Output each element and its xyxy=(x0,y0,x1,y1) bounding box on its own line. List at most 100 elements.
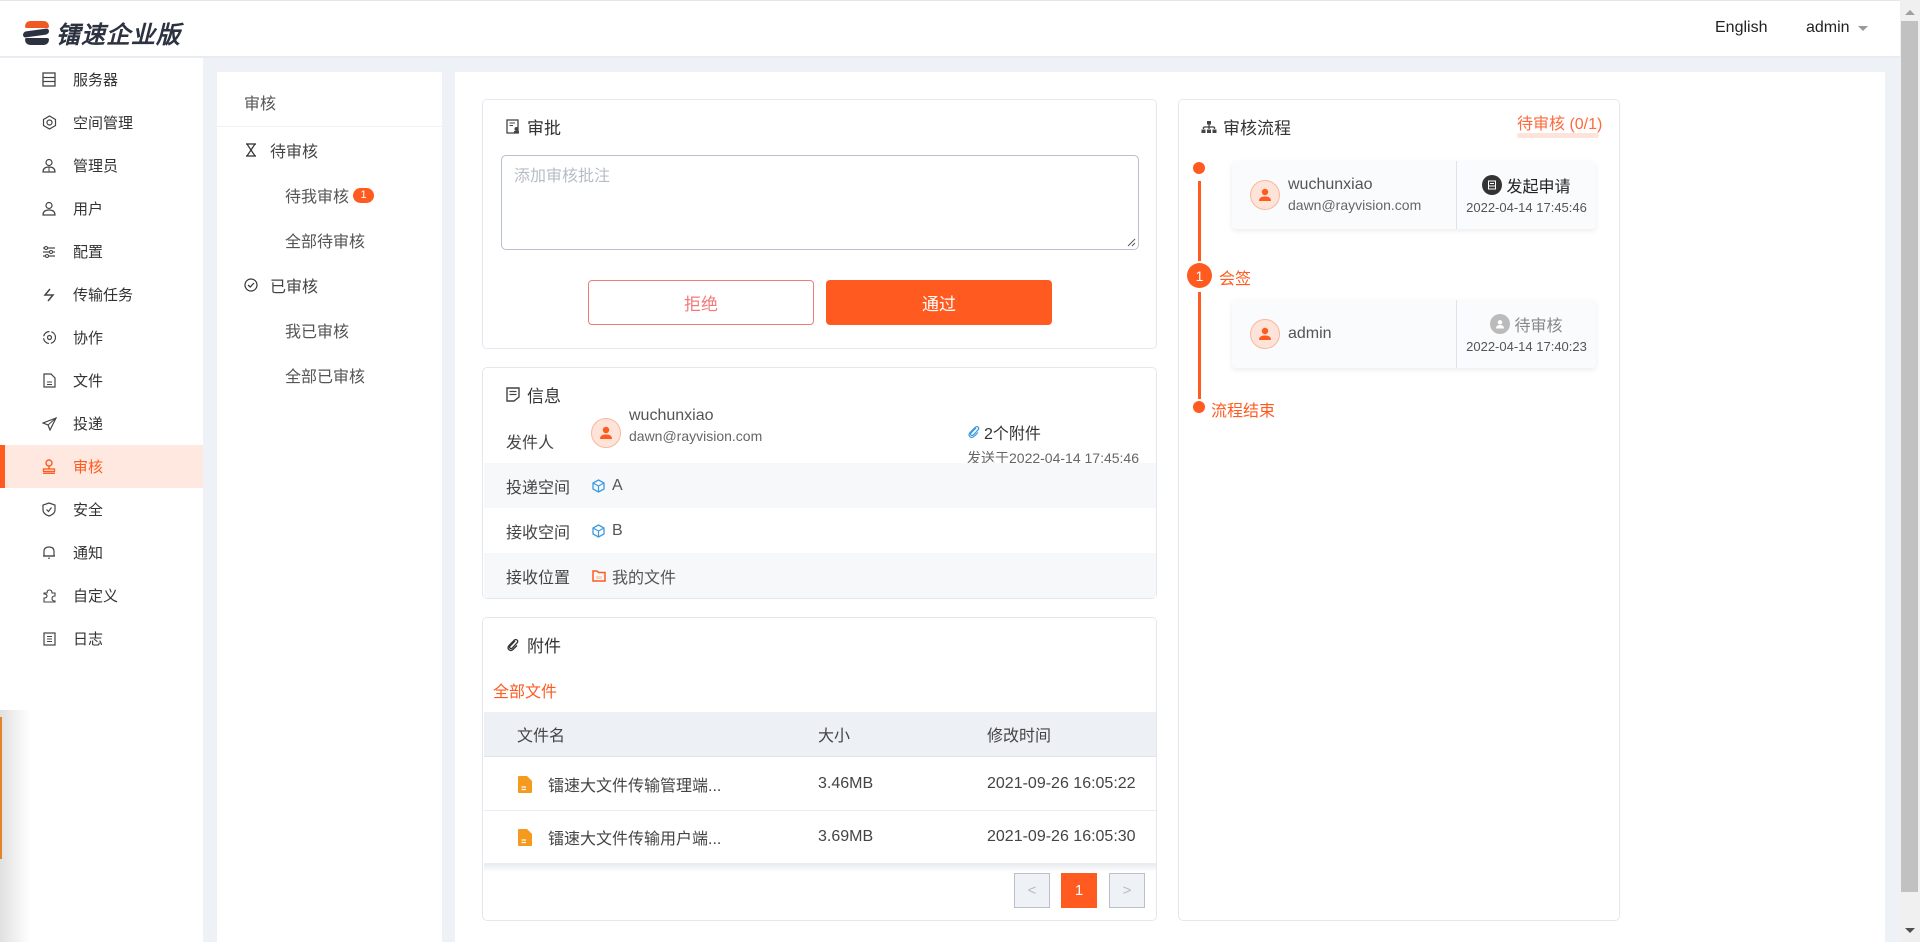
sidebar-item-notify[interactable]: 通知 xyxy=(0,531,203,574)
sidebar-item-server[interactable]: 服务器 xyxy=(0,58,203,101)
user-icon xyxy=(41,201,57,217)
pending-user-icon xyxy=(1490,314,1511,334)
receive-location-value: 我的文件 xyxy=(612,569,677,587)
attachments-card: 附件 全部文件 文件名 大小 修改时间 镭速大文件传输管理端... 3.46MB… xyxy=(482,617,1157,921)
flow-status-tab[interactable]: 待审核 (0/1) xyxy=(1517,110,1602,134)
file-icon xyxy=(41,373,57,389)
sidebar-item-admin[interactable]: 管理员 xyxy=(0,144,203,187)
sidebar-item-user[interactable]: 用户 xyxy=(0,187,203,230)
subnav-group-pending[interactable]: 待审核 xyxy=(244,138,318,162)
logo-text: 镭速企业版 xyxy=(56,22,181,49)
sidebar-item-collaborate[interactable]: 协作 xyxy=(0,316,203,359)
col-size[interactable]: 大小 xyxy=(818,722,850,746)
sidebar-item-label: 日志 xyxy=(73,631,104,648)
reject-button[interactable]: 拒绝 xyxy=(588,280,814,325)
step-avatar xyxy=(1250,180,1280,210)
approval-title-text: 审批 xyxy=(527,119,561,138)
logo[interactable]: 镭速企业版 xyxy=(22,15,181,50)
subnav-item-done-all[interactable]: 全部已审核 xyxy=(285,363,365,387)
scroll-up-arrow-icon[interactable] xyxy=(1905,10,1915,15)
timeline-end-label: 流程结束 xyxy=(1211,403,1276,420)
approval-card: 审批 拒绝 通过 xyxy=(482,99,1157,349)
sidebar-item-security[interactable]: 安全 xyxy=(0,488,203,531)
col-filename[interactable]: 文件名 xyxy=(517,722,565,746)
info-row-receive-location: 接收位置 我的文件 xyxy=(484,553,1156,598)
sliders-icon xyxy=(41,244,57,260)
step-action: 发起申请 xyxy=(1506,179,1571,196)
step-user-name: wuchunxiao xyxy=(1288,176,1373,193)
sender-key: 发件人 xyxy=(506,435,555,452)
sidebar-item-label: 安全 xyxy=(73,502,104,519)
person-icon xyxy=(600,426,612,439)
file-name[interactable]: 镭速大文件传输管理端... xyxy=(548,772,721,796)
folder-icon xyxy=(592,569,606,583)
sidebar-item-send[interactable]: 投递 xyxy=(0,402,203,445)
scrollbar-thumb[interactable] xyxy=(1901,21,1918,892)
timeline-node-number: 1 xyxy=(1187,263,1212,288)
receive-space-key: 接收空间 xyxy=(506,524,571,542)
pagination-next-button[interactable]: > xyxy=(1109,873,1145,908)
subnav-item-done-mine[interactable]: 我已审核 xyxy=(285,318,349,342)
file-modified: 2021-09-26 16:05:22 xyxy=(987,775,1136,792)
review-flow-card: 审核流程 待审核 (0/1) 1 会签 流程结束 wuchunxiao dawn… xyxy=(1178,99,1620,921)
step-user-email: dawn@rayvision.com xyxy=(1288,197,1422,213)
log-icon xyxy=(41,631,57,647)
page-scrollbar[interactable] xyxy=(1900,0,1920,942)
shield-icon xyxy=(41,502,57,518)
divider xyxy=(217,126,442,127)
subnav-item-pending-mine[interactable]: 待我审核 1 xyxy=(285,183,375,207)
sidebar-item-custom[interactable]: 自定义 xyxy=(0,574,203,617)
file-modified: 2021-09-26 16:05:30 xyxy=(987,828,1136,845)
table-row[interactable]: 镭速大文件传输管理端... 3.46MB 2021-09-26 16:05:22 xyxy=(484,758,1156,811)
language-switch[interactable]: English xyxy=(1715,19,1767,37)
sidebar-item-label: 协作 xyxy=(73,330,104,347)
timeline-line xyxy=(1198,181,1201,261)
review-note-input[interactable] xyxy=(501,155,1139,250)
info-row-receive-space: 接收空间 B xyxy=(484,508,1156,553)
approval-doc-icon xyxy=(505,119,521,135)
sidebar-item-review[interactable]: 审核 xyxy=(0,445,203,488)
sidebar-item-space[interactable]: 空间管理 xyxy=(0,101,203,144)
step-time: 2022-04-14 17:40:23 xyxy=(1466,339,1587,354)
flow-title-text: 审核流程 xyxy=(1223,119,1291,138)
review-subnav: 审核 待审核 待我审核 1 全部待审核 已审核 我已审核 全部已审核 xyxy=(217,72,442,942)
info-title-text: 信息 xyxy=(527,387,561,406)
all-files-link[interactable]: 全部文件 xyxy=(493,678,557,702)
hourglass-icon xyxy=(244,143,258,157)
receive-space-value: B xyxy=(612,521,623,539)
sender-block: wuchunxiao dawn@rayvision.com xyxy=(591,407,762,448)
approve-button[interactable]: 通过 xyxy=(826,280,1052,325)
table-scroll-shadow xyxy=(484,864,1156,872)
sidebar-item-log[interactable]: 日志 xyxy=(0,617,203,660)
subnav-group-done[interactable]: 已审核 xyxy=(244,273,318,297)
file-name[interactable]: 镭速大文件传输用户端... xyxy=(548,825,721,849)
info-doc-icon xyxy=(505,387,521,403)
sidebar-item-config[interactable]: 配置 xyxy=(0,230,203,273)
scroll-down-arrow-icon[interactable] xyxy=(1905,928,1915,933)
sidebar-item-file[interactable]: 文件 xyxy=(0,359,203,402)
transfer-icon xyxy=(41,287,57,303)
cube-icon xyxy=(592,478,606,493)
pagination-page-1[interactable]: 1 xyxy=(1061,873,1097,908)
pagination-prev-button[interactable]: < xyxy=(1014,873,1050,908)
subnav-item-pending-all[interactable]: 全部待审核 xyxy=(285,228,365,252)
table-row[interactable]: 镭速大文件传输用户端... 3.69MB 2021-09-26 16:05:30 xyxy=(484,811,1156,864)
sidebar-item-label: 文件 xyxy=(73,373,104,390)
subnav-item-label: 全部已审核 xyxy=(285,369,366,386)
sender-avatar xyxy=(591,418,621,448)
user-name: admin xyxy=(1806,19,1850,36)
subnav-group-label: 待审核 xyxy=(270,144,319,161)
info-title: 信息 xyxy=(505,382,561,407)
logo-icon xyxy=(22,19,52,47)
user-menu[interactable]: admin xyxy=(1806,19,1868,37)
admin-icon xyxy=(41,158,57,174)
sidebar-item-transfer[interactable]: 传输任务 xyxy=(0,273,203,316)
resize-handle-icon[interactable] xyxy=(1126,237,1136,247)
check-circle-icon xyxy=(244,278,258,292)
flow-status-underline xyxy=(1517,133,1599,138)
window-edge-shadow xyxy=(0,710,30,942)
col-modified[interactable]: 修改时间 xyxy=(987,722,1051,746)
sidebar-item-label: 通知 xyxy=(73,545,104,562)
subnav-item-label: 待我审核 xyxy=(285,189,350,206)
attachment-count[interactable]: 2个附件 xyxy=(967,420,1139,444)
